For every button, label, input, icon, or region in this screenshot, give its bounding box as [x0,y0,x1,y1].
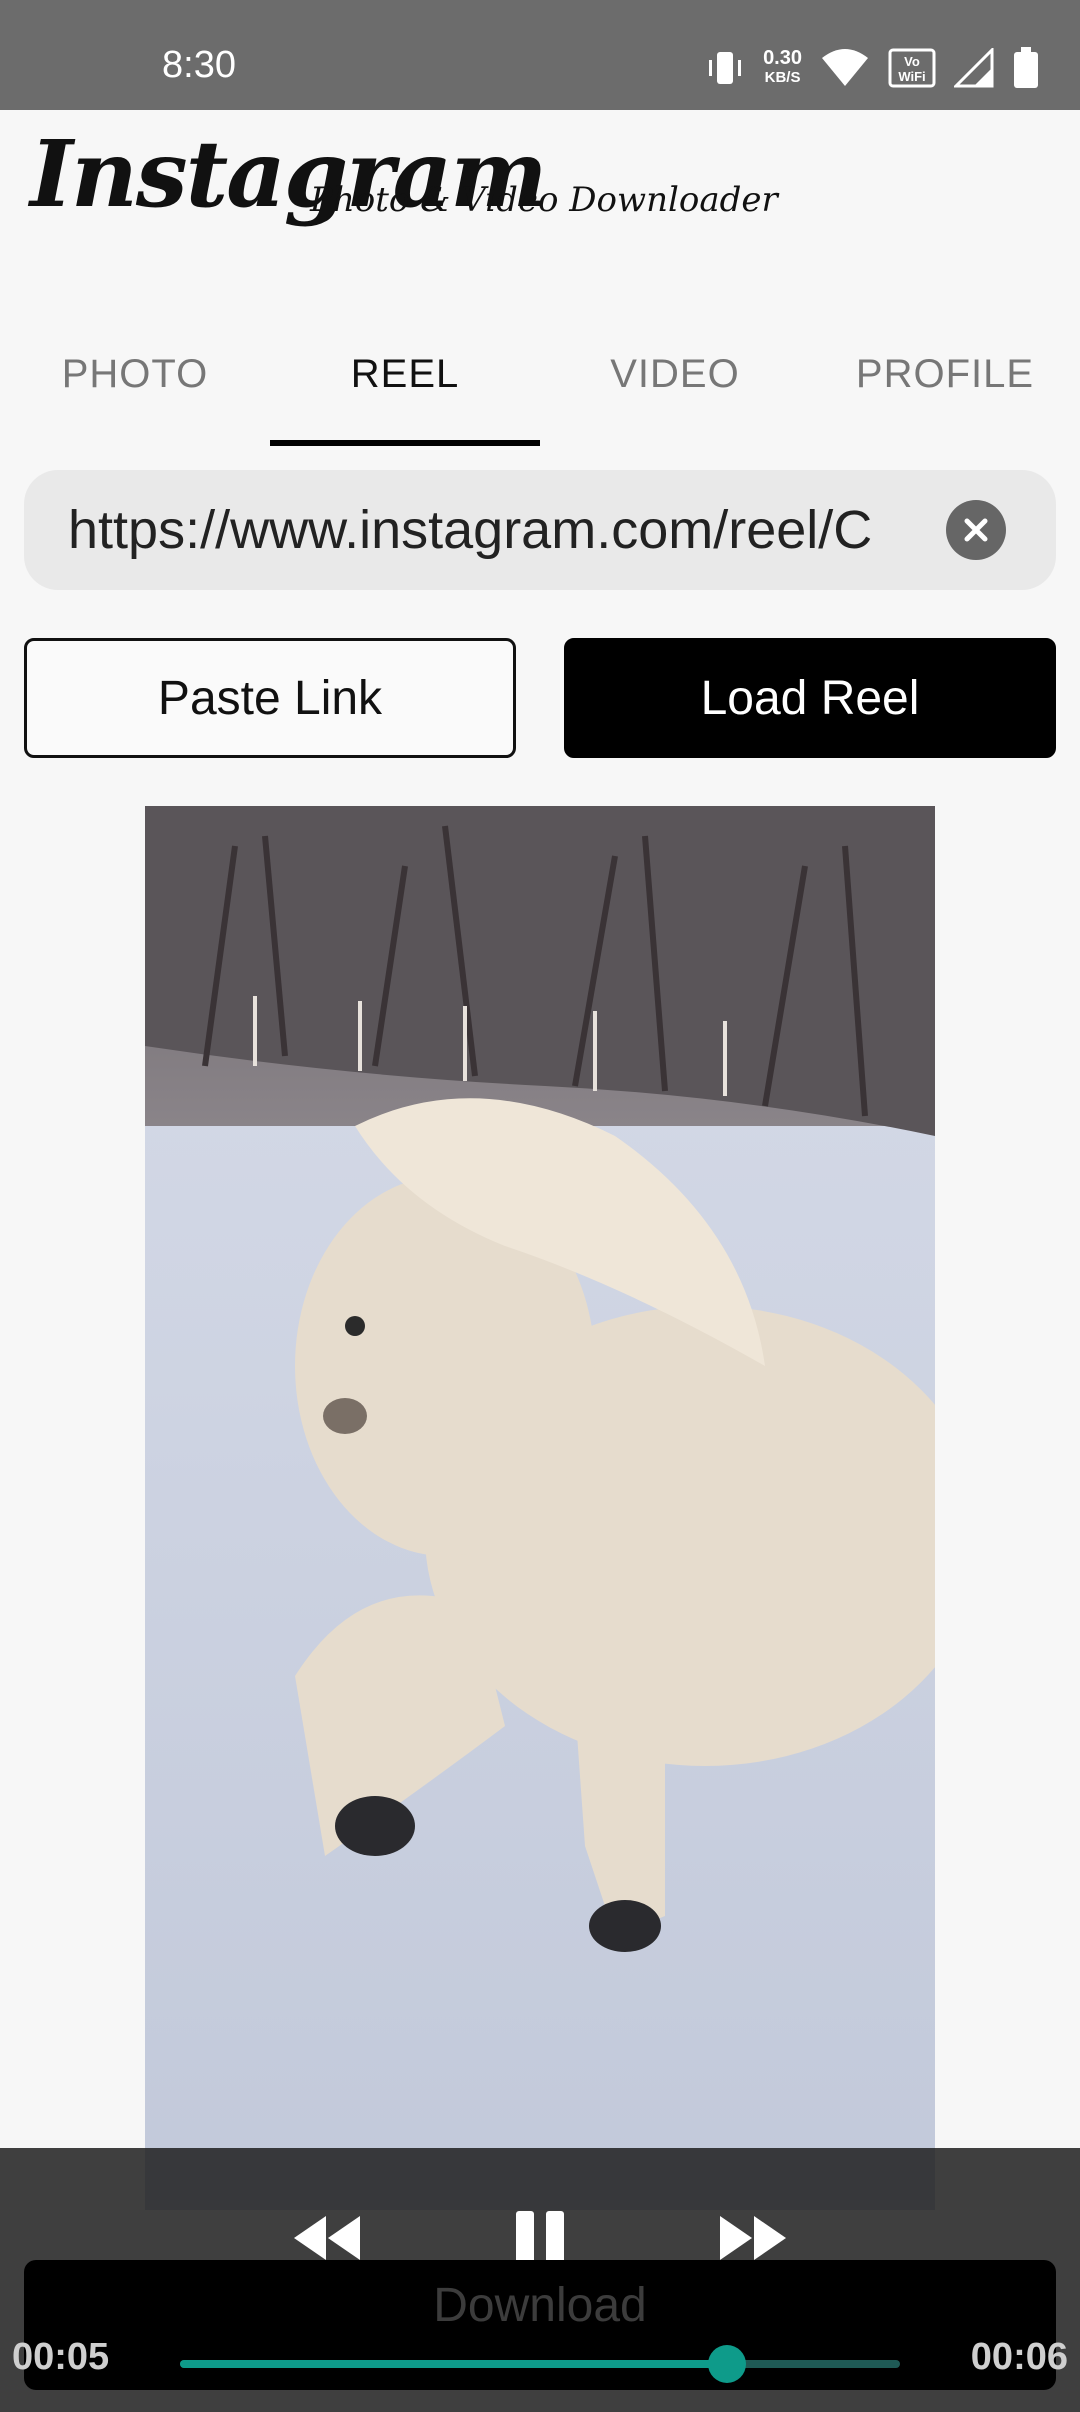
rewind-button[interactable] [286,2208,366,2268]
status-time: 8:30 [162,44,236,86]
svg-text:Vo: Vo [904,54,920,69]
seek-bar[interactable] [180,2345,900,2383]
battery-icon [1012,47,1040,89]
signal-icon [954,48,994,88]
vibrate-icon [705,48,745,88]
tab-bar: PHOTO REEL VIDEO PROFILE [0,300,1080,448]
pause-button[interactable] [500,2208,580,2268]
tab-video[interactable]: VIDEO [540,300,810,448]
seek-bar-progress [180,2360,728,2368]
tab-profile[interactable]: PROFILE [810,300,1080,448]
wifi-icon [820,48,870,88]
paste-link-button[interactable]: Paste Link [24,638,516,758]
video-frame-image [145,806,935,2210]
seek-bar-thumb[interactable] [708,2345,747,2383]
fast-forward-button[interactable] [714,2208,794,2268]
status-icons: 0.30 KB/S Vo WiFi [705,40,1040,96]
tab-photo[interactable]: PHOTO [0,300,270,448]
net-speed-unit: KB/S [764,69,801,86]
clear-button[interactable] [946,500,1006,560]
net-speed-value: 0.30 [763,47,802,69]
fast-forward-icon [720,2216,786,2260]
rewind-icon [294,2216,360,2260]
close-icon [964,518,988,542]
status-bar: 8:30 0.30 KB/S Vo WiFi [0,0,1080,110]
vowifi-icon: Vo WiFi [888,48,936,88]
load-reel-button[interactable]: Load Reel [564,638,1056,758]
url-input[interactable]: https://www.instagram.com/reel/C [24,470,1056,590]
app-header: Instagram Photo & Video Downloader [0,110,1080,280]
duration-time: 00:06 [970,2336,1068,2378]
tab-reel[interactable]: REEL [270,300,540,448]
current-time: 00:05 [12,2336,110,2378]
svg-text:WiFi: WiFi [898,69,925,84]
url-input-value[interactable]: https://www.instagram.com/reel/C [68,470,928,590]
video-player[interactable] [145,806,935,2210]
brand-subtitle: Photo & Video Downloader [310,180,778,220]
download-button[interactable]: Download [24,2260,1056,2390]
net-speed: 0.30 KB/S [763,48,802,88]
